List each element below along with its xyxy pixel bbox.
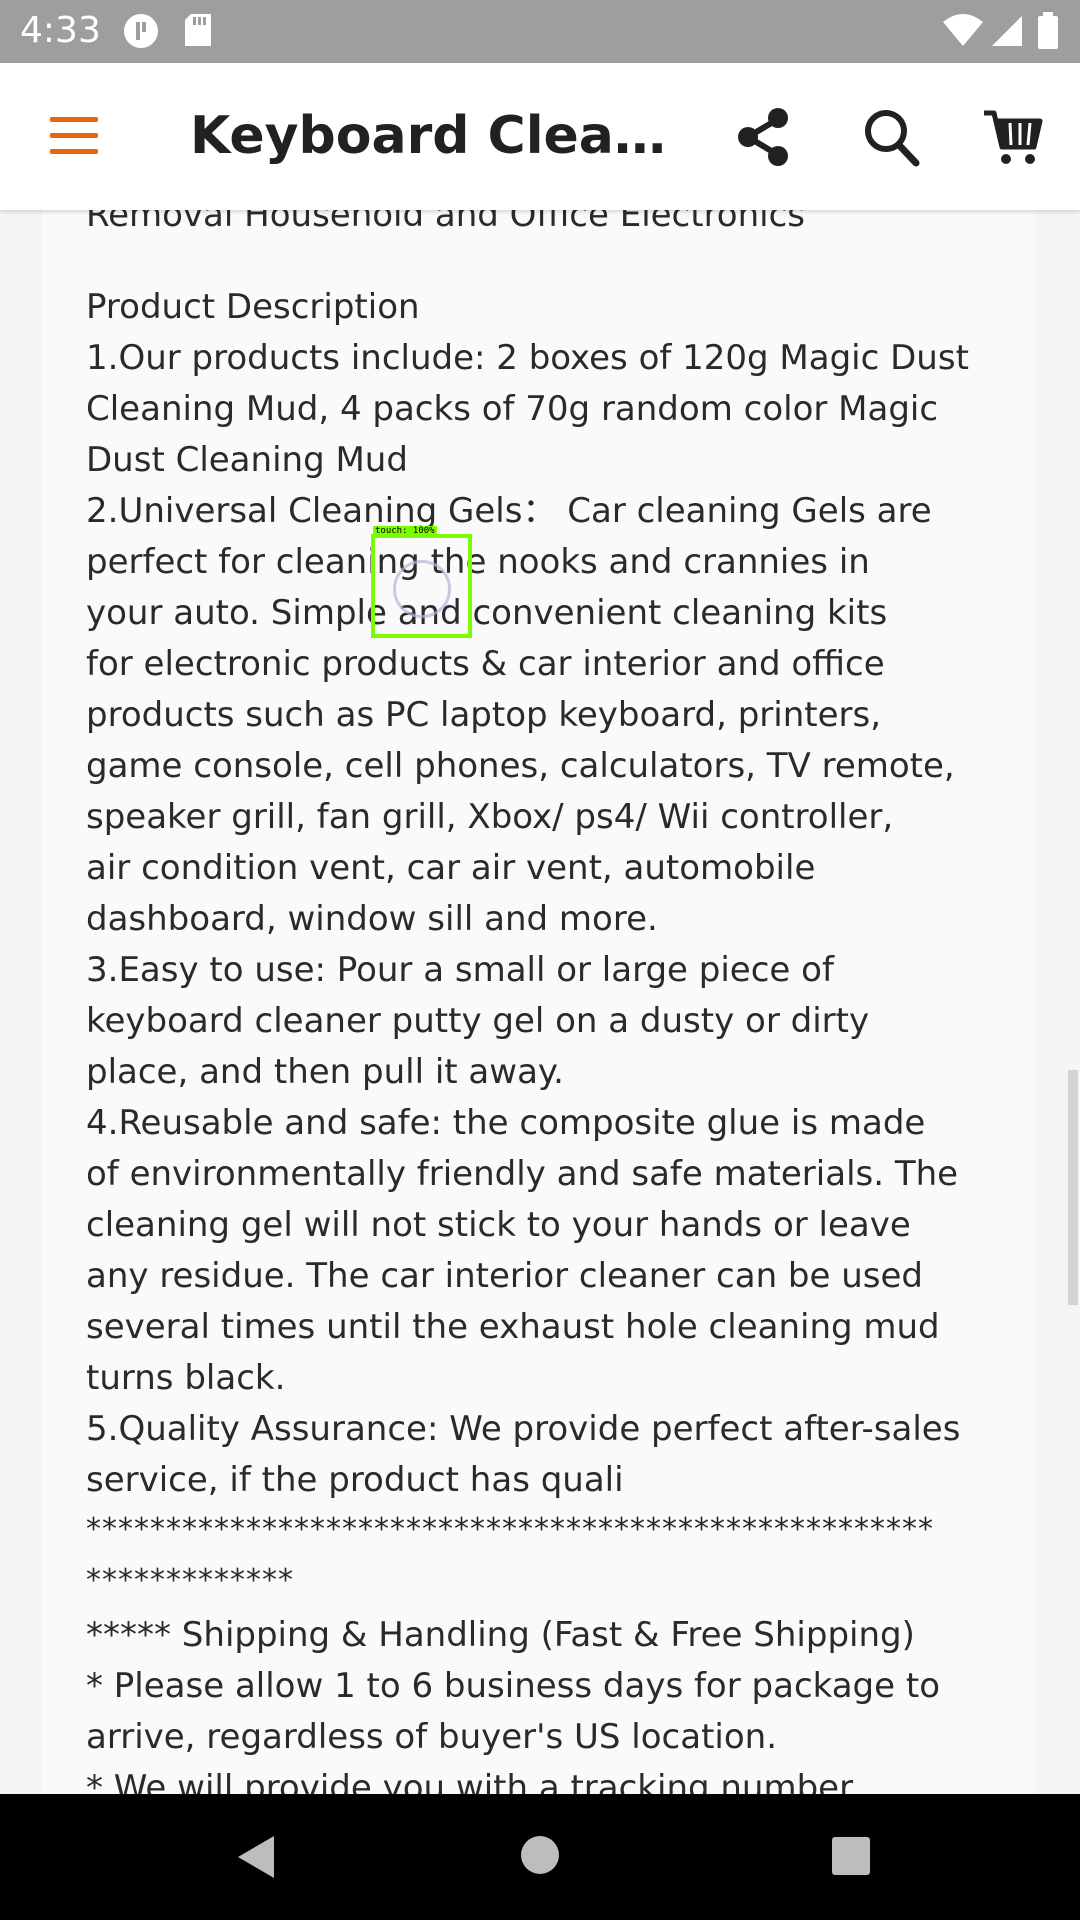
- description-header: Product Description: [86, 287, 420, 327]
- description-line: place, and then pull it away.: [86, 1052, 564, 1092]
- recents-icon[interactable]: [831, 1836, 871, 1880]
- scrollbar-thumb[interactable]: [1068, 1070, 1078, 1305]
- description-line: 2.Universal Cleaning Gels： Car cleaning …: [86, 491, 932, 531]
- touch-point-circle: [393, 560, 451, 618]
- product-description-scroll[interactable]: Removal Household and Office Electronics…: [0, 210, 1080, 1794]
- description-line: any residue. The car interior cleaner ca…: [86, 1256, 924, 1296]
- separator-stars: *************: [86, 1563, 294, 1598]
- description-line: 4.Reusable and safe: the composite glue …: [86, 1103, 926, 1143]
- description-line: Dust Cleaning Mud: [86, 440, 408, 480]
- status-bar: 4:33: [0, 0, 1080, 63]
- cart-icon[interactable]: [982, 107, 1044, 171]
- description-line: 3.Easy to use: Pour a small or large pie…: [86, 950, 834, 990]
- description-line: 1.Our products include: 2 boxes of 120g …: [86, 338, 969, 378]
- description-line: speaker grill, fan grill, Xbox/ ps4/ Wii…: [86, 797, 894, 837]
- touch-indicator-label: touch: 100%: [373, 526, 437, 536]
- description-line: for electronic products & car interior a…: [86, 644, 885, 684]
- media-icon: [122, 12, 160, 54]
- menu-icon[interactable]: [48, 115, 100, 161]
- description-line: turns black.: [86, 1358, 286, 1398]
- shipping-line: ***** Shipping & Handling (Fast & Free S…: [86, 1615, 915, 1655]
- shipping-line: * Please allow 1 to 6 business days for …: [86, 1666, 941, 1706]
- navigation-bar: [0, 1794, 1080, 1920]
- shipping-line: * We will provide you with a tracking nu…: [86, 1768, 854, 1794]
- separator-stars: ****************************************…: [86, 1512, 934, 1547]
- description-line: keyboard cleaner putty gel on a dusty or…: [86, 1001, 870, 1041]
- signal-icon: [990, 14, 1024, 52]
- home-icon[interactable]: [520, 1835, 560, 1879]
- share-icon[interactable]: [736, 107, 790, 171]
- description-line: air condition vent, car air vent, automo…: [86, 848, 816, 888]
- description-line: your auto. Simple and convenient cleanin…: [86, 593, 888, 633]
- description-line: dashboard, window sill and more.: [86, 899, 658, 939]
- description-line: perfect for cleaning the nooks and crann…: [86, 542, 870, 582]
- description-line: 5.Quality Assurance: We provide perfect …: [86, 1409, 961, 1449]
- description-line: service, if the product has quali: [86, 1460, 624, 1500]
- description-line: game console, cell phones, calculators, …: [86, 746, 955, 786]
- battery-icon: [1037, 12, 1059, 54]
- wifi-icon: [942, 14, 984, 52]
- search-icon[interactable]: [862, 107, 920, 171]
- shipping-line: arrive, regardless of buyer's US locatio…: [86, 1717, 778, 1757]
- app-bar: Keyboard Cleaner Universal Dust Removal.…: [0, 63, 1080, 210]
- description-line: several times until the exhaust hole cle…: [86, 1307, 940, 1347]
- description-line: of environmentally friendly and safe mat…: [86, 1154, 959, 1194]
- description-line: products such as PC laptop keyboard, pri…: [86, 695, 882, 735]
- sd-card-icon: [183, 12, 213, 52]
- description-line: Cleaning Mud, 4 packs of 70g random colo…: [86, 389, 939, 429]
- clipped-line: Removal Household and Office Electronics: [86, 210, 806, 235]
- page-title: Keyboard Cleaner Universal Dust Removal.…: [190, 106, 690, 166]
- description-line: cleaning gel will not stick to your hand…: [86, 1205, 911, 1245]
- back-icon[interactable]: [236, 1834, 276, 1884]
- status-time: 4:33: [20, 10, 101, 51]
